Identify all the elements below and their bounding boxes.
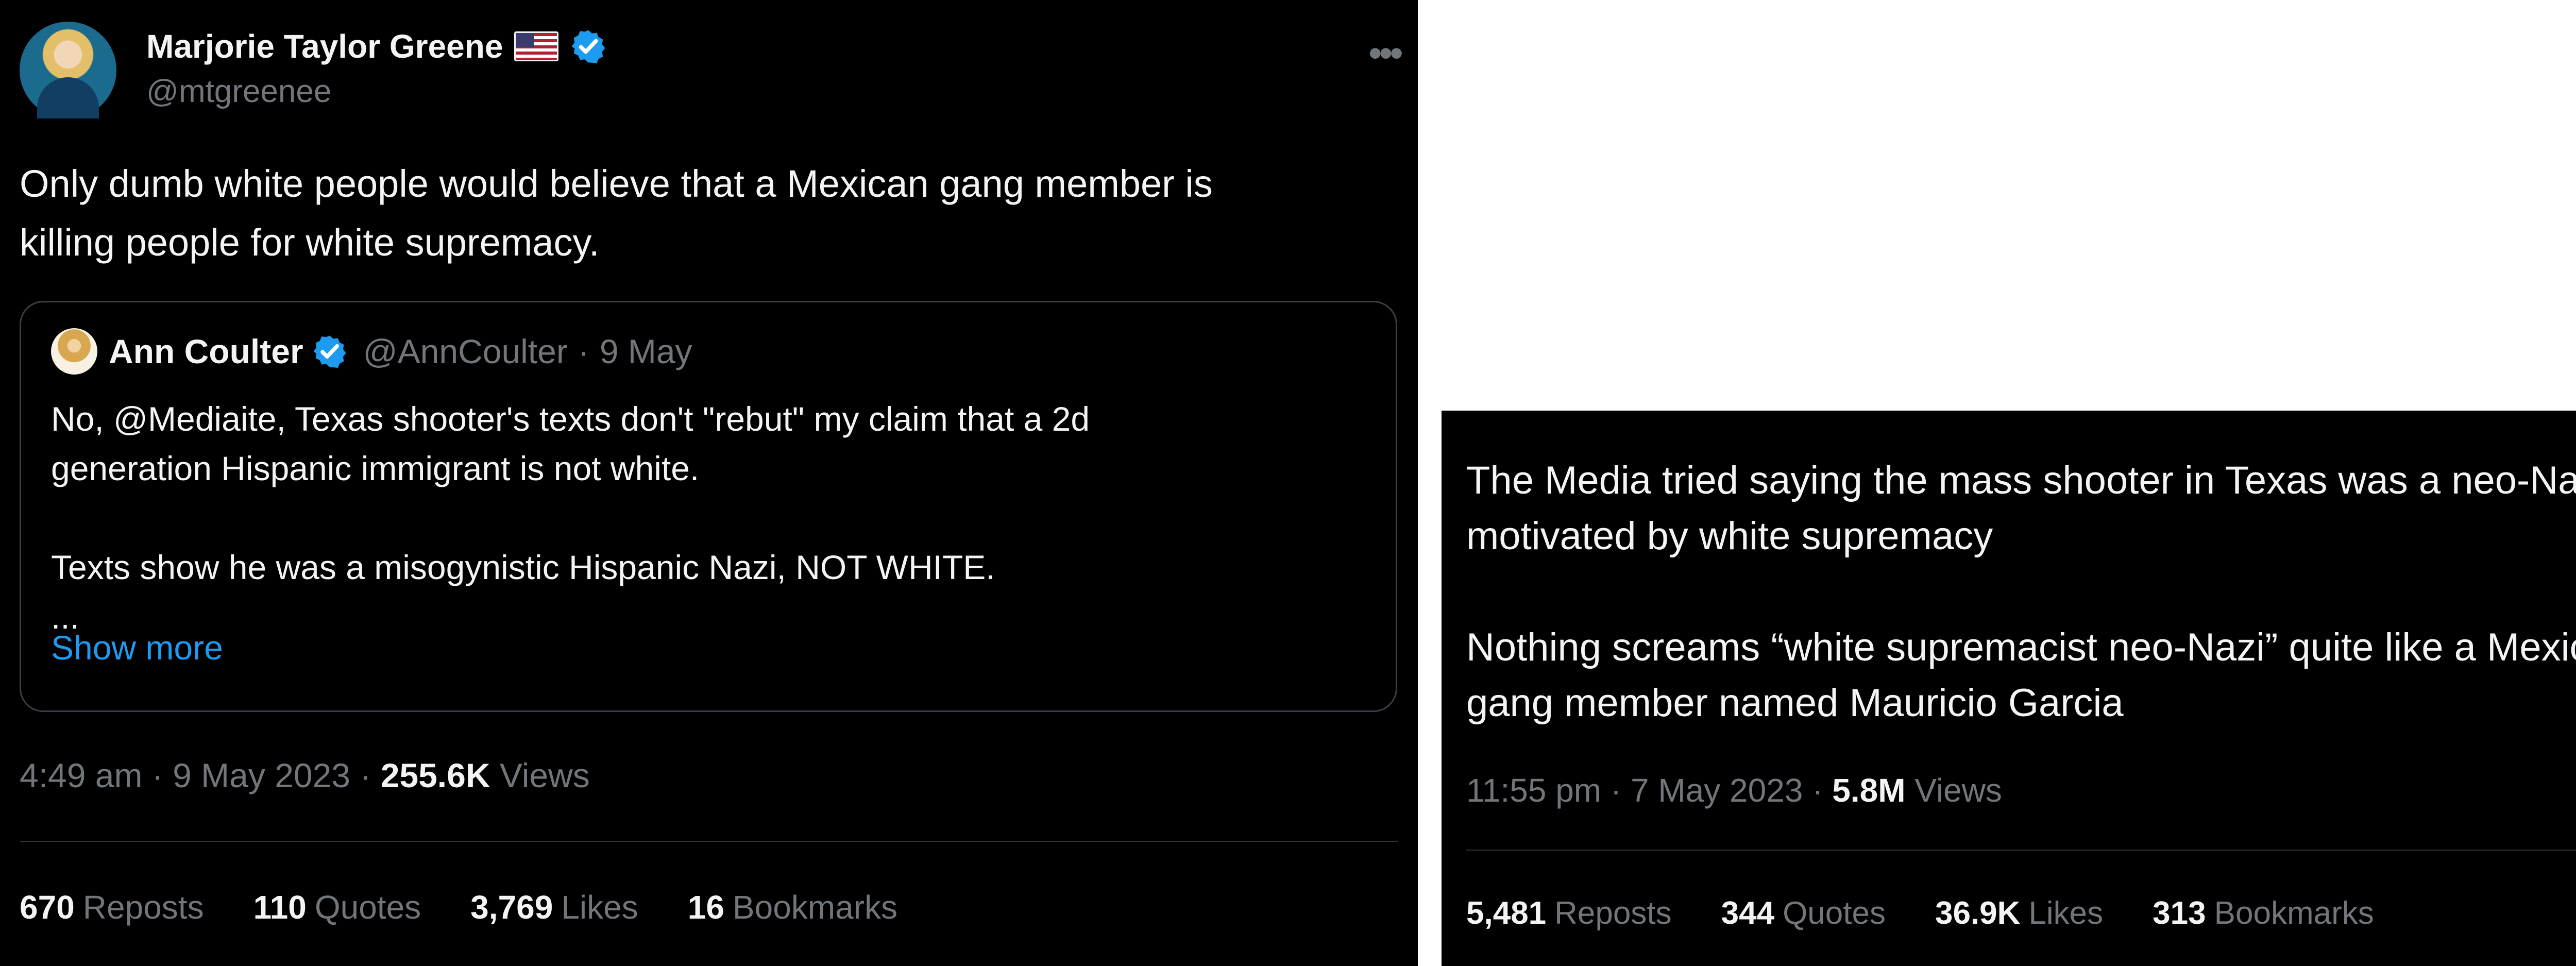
- right-quotes-stat[interactable]: 344 Quotes: [1721, 895, 1886, 931]
- meta-divider: [20, 841, 1398, 842]
- right-bookmarks-count: 313: [2153, 895, 2206, 931]
- right-tweet-meta: 11:55 pm · 7 May 2023 · 5.8M Views: [1466, 767, 2002, 814]
- more-options-icon[interactable]: •••: [1368, 34, 1403, 73]
- quoted-tweet-header: Ann Coulter @AnnCoulter · 9 May: [51, 328, 692, 375]
- right-tweet-time-date: 11:55 pm · 7 May 2023 ·: [1466, 772, 1823, 809]
- left-tweet-screenshot: Marjorie Taylor Greene @mtgreenee ••• On…: [0, 0, 1418, 966]
- likes-stat[interactable]: 3,769 Likes: [470, 888, 638, 926]
- quoted-date-separator: ·: [578, 332, 589, 370]
- right-quotes-count: 344: [1721, 895, 1775, 931]
- right-likes-label: Likes: [2028, 895, 2104, 931]
- quoted-tweet-card[interactable]: Ann Coulter @AnnCoulter · 9 May No, @Med…: [20, 301, 1397, 712]
- right-bookmarks-stat[interactable]: 313 Bookmarks: [2153, 895, 2374, 931]
- tweet-header: Marjorie Taylor Greene @mtgreenee •••: [20, 22, 1403, 125]
- tweet-time-date: 4:49 am · 9 May 2023 ·: [20, 756, 371, 794]
- tweet-text: Only dumb white people would believe tha…: [20, 162, 1213, 264]
- us-flag-icon: [514, 31, 559, 61]
- quotes-count: 110: [253, 889, 307, 926]
- right-likes-stat[interactable]: 36.9K Likes: [1935, 895, 2103, 931]
- verified-badge-icon: [572, 30, 605, 63]
- author-avatar[interactable]: [20, 22, 116, 118]
- bookmarks-count: 16: [687, 889, 724, 926]
- show-more-link[interactable]: Show more: [51, 628, 223, 667]
- tweet-meta: 4:49 am · 9 May 2023 · 255.6K Views: [20, 752, 590, 799]
- right-bookmarks-label: Bookmarks: [2214, 895, 2374, 931]
- reposts-label: Reposts: [82, 889, 204, 926]
- bookmarks-stat[interactable]: 16 Bookmarks: [688, 888, 897, 926]
- reposts-count: 670: [20, 889, 75, 926]
- quoted-author-avatar: [51, 328, 97, 375]
- right-tweet-screenshot: The Media tried saying the mass shooter …: [1442, 411, 2576, 966]
- right-views-count: 5.8M: [1832, 772, 1906, 809]
- right-likes-count: 36.9K: [1935, 895, 2021, 931]
- right-quotes-label: Quotes: [1783, 895, 1886, 931]
- right-reposts-stat[interactable]: 5,481 Reposts: [1466, 895, 1672, 931]
- author-name-row: Marjorie Taylor Greene: [146, 22, 607, 71]
- right-meta-divider: [1466, 850, 2576, 851]
- quoted-tweet-date: 9 May: [599, 332, 692, 370]
- right-reposts-count: 5,481: [1466, 895, 1547, 931]
- right-reposts-label: Reposts: [1554, 895, 1672, 931]
- author-name[interactable]: Marjorie Taylor Greene: [146, 27, 503, 65]
- quoted-author-name: Ann Coulter: [109, 332, 303, 370]
- quotes-stat[interactable]: 110 Quotes: [253, 888, 421, 926]
- author-handle[interactable]: @mtgreenee: [146, 73, 331, 110]
- verified-badge-icon: [313, 335, 346, 368]
- quoted-tweet-text: No, @Mediaite, Texas shooter's texts don…: [51, 400, 1090, 636]
- quoted-author-handle: @AnnCoulter: [363, 332, 568, 370]
- quotes-label: Quotes: [314, 889, 421, 926]
- bookmarks-label: Bookmarks: [732, 889, 897, 926]
- right-tweet-stats: 5,481 Reposts 344 Quotes 36.9K Likes 313…: [1466, 890, 2424, 936]
- right-views-label: Views: [1914, 772, 2002, 809]
- views-label: Views: [499, 756, 590, 794]
- reposts-stat[interactable]: 670 Reposts: [20, 888, 204, 926]
- views-count: 255.6K: [380, 756, 490, 794]
- likes-label: Likes: [561, 889, 638, 926]
- likes-count: 3,769: [470, 889, 553, 926]
- tweet-stats: 670 Reposts 110 Quotes 3,769 Likes 16 Bo…: [20, 884, 947, 930]
- right-tweet-text: The Media tried saying the mass shooter …: [1466, 459, 2576, 725]
